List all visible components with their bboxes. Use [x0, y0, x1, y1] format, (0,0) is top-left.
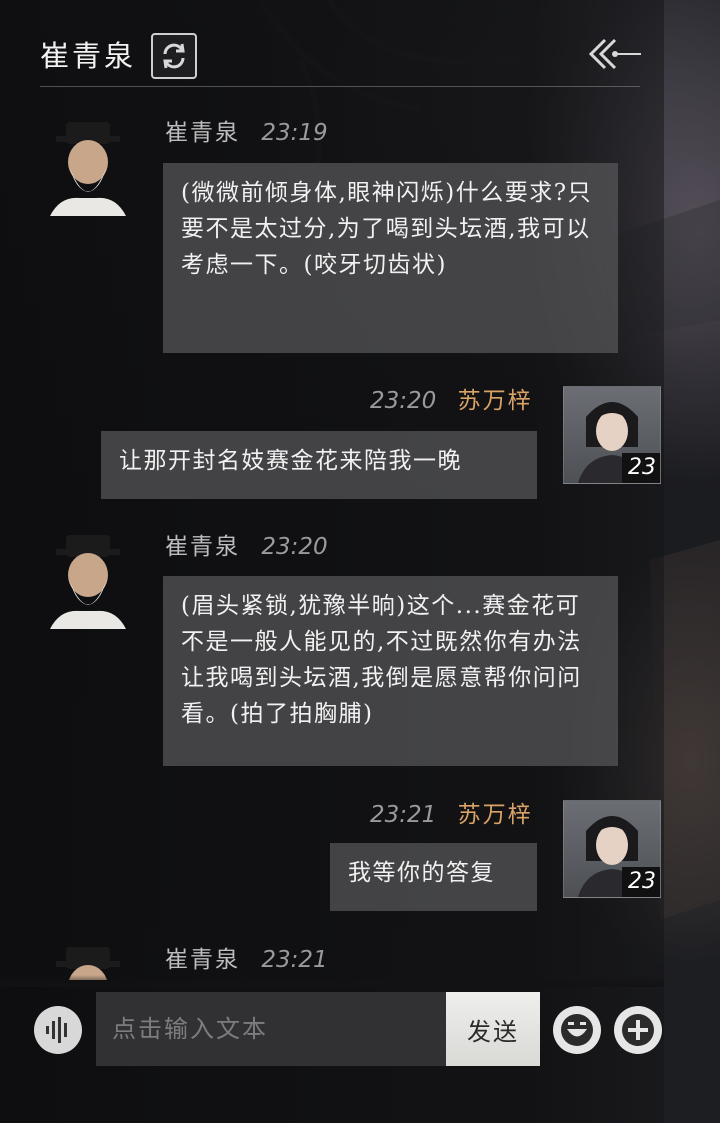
- back-button[interactable]: [585, 34, 645, 74]
- voice-button[interactable]: [34, 1006, 82, 1054]
- message-meta: 崔青泉 23:19: [165, 118, 328, 148]
- message-time: 23:21: [370, 802, 437, 828]
- message-time: 23:21: [261, 947, 328, 973]
- message-bubble: (微微前倾身体,眼神闪烁)什么要求?只要不是太过分,为了喝到头坛酒,我可以考虑一…: [163, 163, 618, 353]
- smile-face-icon: [561, 1014, 593, 1046]
- refresh-icon: [163, 43, 185, 69]
- scroll-fade: [0, 975, 664, 987]
- sender-name: 苏万梓: [457, 802, 533, 828]
- sender-name: 崔青泉: [165, 120, 240, 146]
- avatar-self[interactable]: 23: [563, 800, 661, 898]
- send-button[interactable]: 发送: [446, 992, 540, 1066]
- double-chevron-left-icon: [588, 38, 641, 70]
- level-badge: 23: [622, 453, 660, 483]
- avatar-other[interactable]: [40, 120, 136, 216]
- avatar-other[interactable]: [40, 533, 136, 629]
- sender-name: 崔青泉: [165, 947, 240, 973]
- message-bubble: 我等你的答复: [330, 843, 537, 911]
- plus-button[interactable]: [614, 1006, 662, 1054]
- chat-header: 崔青泉: [0, 0, 720, 88]
- plus-icon: [622, 1014, 654, 1046]
- level-badge: 23: [622, 867, 660, 897]
- voice-wave-icon: [46, 1017, 67, 1043]
- message-meta: 崔青泉 23:21: [165, 945, 328, 975]
- message-time: 23:20: [261, 534, 328, 560]
- message-time: 23:19: [261, 120, 328, 146]
- sender-name: 苏万梓: [457, 388, 533, 414]
- message-meta: 23:21 苏万梓: [370, 800, 533, 830]
- emoji-button[interactable]: [553, 1006, 601, 1054]
- message-meta: 崔青泉 23:20: [165, 532, 328, 562]
- switch-button[interactable]: [151, 33, 197, 79]
- elder-portrait: [50, 122, 126, 216]
- message-bubble: (眉头紧锁,犹豫半晌)这个...赛金花可不是一般人能见的,不过既然你有办法让我喝…: [163, 576, 618, 766]
- header-divider: [40, 86, 640, 87]
- sender-name: 崔青泉: [165, 534, 240, 560]
- message-bubble: 让那开封名妓赛金花来陪我一晚: [101, 431, 537, 499]
- elder-portrait: [50, 535, 126, 629]
- avatar-self[interactable]: 23: [563, 386, 661, 484]
- message-time: 23:20: [370, 388, 437, 414]
- message-input[interactable]: [96, 992, 446, 1066]
- chat-title: 崔青泉: [40, 39, 137, 73]
- message-meta: 23:20 苏万梓: [370, 386, 533, 416]
